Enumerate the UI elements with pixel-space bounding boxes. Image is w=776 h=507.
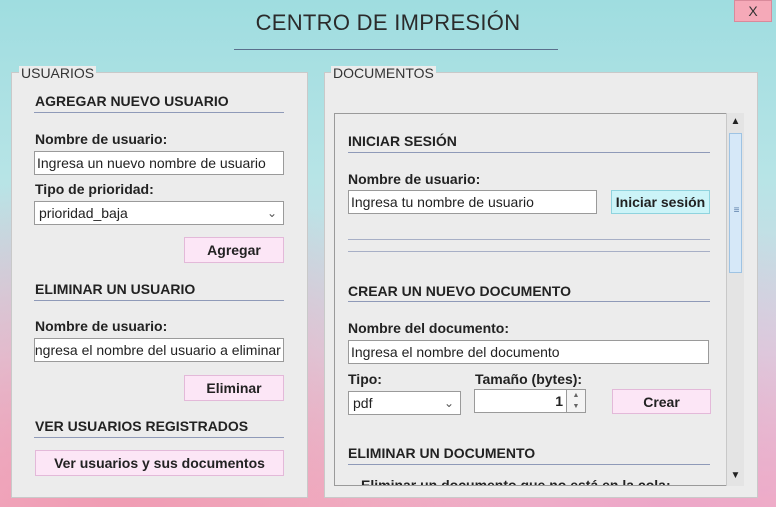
- sesion-username-label: Nombre de usuario:: [348, 171, 481, 187]
- window-title: CENTRO DE IMPRESIÓN: [255, 10, 521, 35]
- iniciar-sesion-heading: INICIAR SESIÓN: [348, 133, 457, 149]
- iniciar-sesion-button[interactable]: Iniciar sesión: [611, 190, 710, 214]
- documentos-scroll-area[interactable]: INICIAR SESIÓN Nombre de usuario: Ingres…: [334, 113, 744, 486]
- eliminar-username-input[interactable]: Ingresa el nombre del usuario a eliminar: [34, 338, 284, 362]
- grip-icon: ≡: [733, 205, 740, 216]
- size-spinner[interactable]: 1 ▲ ▼: [474, 389, 586, 413]
- eliminar-username-label: Nombre de usuario:: [35, 318, 168, 334]
- chevron-down-icon: ⌄: [443, 396, 454, 410]
- close-button[interactable]: X: [734, 0, 772, 22]
- title-underline: [234, 49, 558, 50]
- tipo-select-value: pdf: [353, 395, 373, 411]
- eliminar-usuario-divider: [34, 300, 284, 301]
- size-label: Tamaño (bytes):: [475, 371, 583, 387]
- ver-usuarios-button[interactable]: Ver usuarios y sus documentos: [35, 450, 284, 476]
- scroll-up-icon[interactable]: ▲: [727, 113, 744, 130]
- priority-select-value: prioridad_baja: [39, 205, 128, 221]
- agregar-usuario-heading: AGREGAR NUEVO USUARIO: [35, 93, 229, 109]
- eliminar-documento-subtitle: Eliminar un documento que no está en la …: [361, 477, 671, 486]
- agregar-usuario-divider: [34, 112, 284, 113]
- agregar-username-label: Nombre de usuario:: [35, 131, 168, 147]
- eliminar-documento-divider: [348, 464, 710, 465]
- crear-button[interactable]: Crear: [612, 389, 711, 414]
- iniciar-sesion-divider: [348, 152, 710, 153]
- agregar-username-input[interactable]: Ingresa un nuevo nombre de usuario: [34, 151, 284, 175]
- eliminar-usuario-heading: ELIMINAR UN USUARIO: [35, 281, 196, 297]
- spinner-down-icon[interactable]: ▼: [567, 401, 585, 412]
- crear-documento-heading: CREAR UN NUEVO DOCUMENTO: [348, 283, 571, 299]
- size-spinner-buttons: ▲ ▼: [566, 390, 585, 412]
- documentos-panel-title: DOCUMENTOS: [331, 65, 436, 81]
- ver-usuarios-divider: [34, 437, 284, 438]
- sesion-username-input[interactable]: Ingresa tu nombre de usuario: [348, 190, 597, 214]
- sesion-separator-bottom: [348, 251, 710, 252]
- priority-label: Tipo de prioridad:: [35, 181, 154, 197]
- documentos-scrollbar[interactable]: ▲ ≡ ▼: [726, 113, 744, 486]
- eliminar-documento-heading: ELIMINAR UN DOCUMENTO: [348, 445, 536, 461]
- sesion-separator-top: [348, 239, 710, 240]
- size-spinner-value: 1: [555, 393, 563, 409]
- documento-name-input[interactable]: Ingresa el nombre del documento: [348, 340, 709, 364]
- scrollbar-thumb[interactable]: ≡: [729, 133, 742, 273]
- tipo-select[interactable]: pdf ⌄: [348, 391, 461, 415]
- agregar-button[interactable]: Agregar: [184, 237, 284, 263]
- documento-name-label: Nombre del documento:: [348, 320, 510, 336]
- eliminar-usuario-button[interactable]: Eliminar: [184, 375, 284, 401]
- usuarios-panel-title: USUARIOS: [19, 65, 97, 81]
- priority-select[interactable]: prioridad_baja ⌄: [34, 201, 284, 225]
- ver-usuarios-heading: VER USUARIOS REGISTRADOS: [35, 418, 249, 434]
- chevron-down-icon: ⌄: [266, 206, 277, 220]
- scroll-down-icon[interactable]: ▼: [727, 467, 744, 484]
- crear-documento-divider: [348, 301, 710, 302]
- tipo-label: Tipo:: [348, 371, 382, 387]
